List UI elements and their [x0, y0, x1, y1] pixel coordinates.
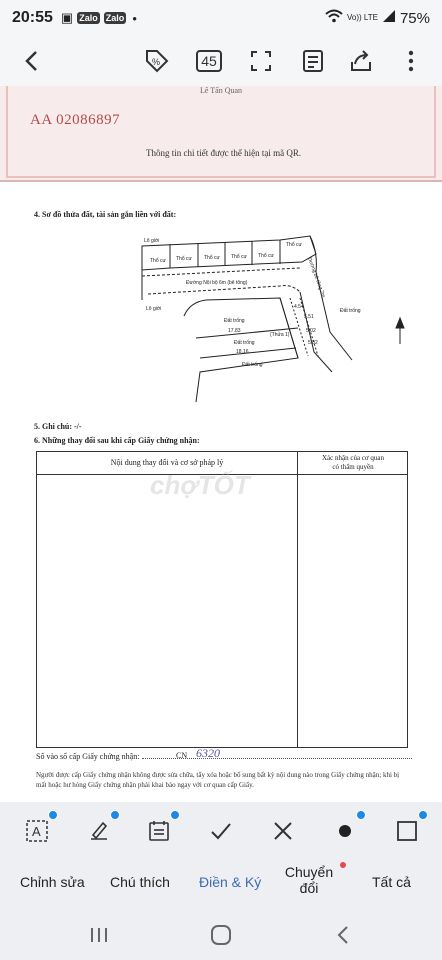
tab-annotate[interactable]: Chú thích — [110, 874, 170, 890]
diagram-lo-gioi-1: Lô giới — [144, 238, 159, 244]
section-5-title: 5. Ghi chú: -/- — [34, 422, 82, 431]
cross-tool-icon[interactable] — [268, 816, 298, 846]
badge-icon — [170, 810, 180, 820]
tab-edit[interactable]: Chỉnh sửa — [20, 874, 85, 890]
dot-tool-icon[interactable] — [330, 810, 366, 846]
back-icon[interactable] — [14, 44, 48, 78]
certificate-serial: AA 02086897 — [30, 112, 121, 128]
signal-icon — [382, 9, 396, 27]
tab-fill-sign[interactable]: Điền & Ký — [199, 874, 261, 890]
diagram-tho-cu: Thổ cư — [258, 252, 275, 259]
zalo-notification-icon: Zalo — [103, 12, 127, 24]
status-bar: 20:55 ▣ Zalo Zalo ● Vo)) LTE 75% — [0, 0, 442, 36]
document-layout-icon[interactable] — [296, 44, 330, 78]
viewer-toolbar: % 45 — [0, 36, 442, 86]
diagram-dimension: 5.51 — [304, 314, 314, 320]
diagram-dat-trong: Đất trống — [224, 318, 245, 324]
fullscreen-icon[interactable] — [244, 44, 278, 78]
battery-label: 75% — [399, 9, 430, 27]
badge-icon — [418, 810, 428, 820]
badge-icon — [48, 810, 58, 820]
registry-prefix: CN — [176, 751, 188, 760]
registry-label: Số vào sổ cấp Giấy chứng nhận: — [36, 752, 140, 761]
checkmark-tool-icon[interactable] — [206, 816, 236, 846]
badge-icon — [356, 810, 366, 820]
watermark: chợTỐT — [150, 470, 250, 500]
home-icon[interactable] — [208, 922, 234, 948]
badge-icon — [110, 810, 120, 820]
diagram-dimension: 5.02 — [308, 340, 318, 346]
table-header-authority: Xác nhận của cơ quan có thẩm quyền — [321, 454, 384, 471]
share-icon[interactable] — [344, 44, 378, 78]
more-options-icon[interactable] — [394, 44, 428, 78]
system-nav-bar — [0, 910, 442, 960]
page-count-button[interactable]: 45 — [192, 44, 226, 78]
wifi-icon — [325, 9, 343, 27]
registry-number: 6320 — [196, 746, 220, 760]
diagram-tho-cu: Thổ cư — [150, 257, 167, 264]
status-time: 20:55 — [12, 9, 53, 26]
page-count: 45 — [196, 50, 222, 72]
signature-tool-icon[interactable] — [84, 810, 120, 846]
text-box-tool-icon[interactable]: A — [22, 810, 58, 846]
diagram-thua: (Thửa 1) — [270, 331, 290, 338]
diagram-dimension: 17.83 — [228, 328, 241, 334]
certificate-note: Người được cấp Giấy chứng nhận không đượ… — [36, 771, 400, 789]
diagram-street: Đường Nội bộ 6m (bê tông) — [186, 280, 248, 286]
tab-all[interactable]: Tất cả — [372, 874, 411, 890]
svg-text:A: A — [32, 824, 41, 839]
diagram-dimension: 18.16 — [236, 349, 249, 355]
zalo-notification-icon: Zalo — [77, 12, 100, 24]
section-6-title: 6. Những thay đổi sau khi cấp Giấy chứng… — [34, 436, 200, 445]
document-page: Lê Tấn Quan AA 02086897 Thông tin chi ti… — [0, 86, 442, 802]
annotation-toolbar: A — [0, 802, 442, 860]
rectangle-tool-icon[interactable] — [392, 810, 428, 846]
sale-tag-icon[interactable]: % — [140, 44, 174, 78]
mode-tab-bar: Chỉnh sửa Chú thích Điền & Ký Chuyển đổi… — [0, 860, 442, 910]
tab-convert[interactable]: Chuyển đổi — [284, 864, 334, 896]
table-header-content: Nội dung thay đổi và cơ sở pháp lý — [110, 458, 224, 467]
network-indicator: Vo)) LTE — [346, 13, 378, 22]
svg-text:%: % — [152, 57, 160, 67]
new-indicator-icon — [340, 862, 346, 868]
diagram-tho-cu: Thổ cư — [204, 254, 221, 261]
qr-note: Thông tin chi tiết được thể hiện tại mã … — [146, 148, 302, 158]
decorative-border — [6, 86, 436, 178]
diagram-lo-gioi-2: Lô giới — [146, 306, 161, 312]
diagram-dat-trong: Đất trống — [242, 362, 263, 368]
more-notifications-icon: ● — [132, 13, 138, 23]
diagram-dimension: 4.54 — [294, 304, 304, 310]
certificate-header: Lê Tấn Quan AA 02086897 Thông tin chi ti… — [0, 86, 442, 182]
parcel-diagram: Lô giới Lô giới Thổ cư Thổ cư Thổ cư Thổ… — [141, 235, 405, 403]
form-fill-tool-icon[interactable] — [144, 810, 180, 846]
recent-apps-icon[interactable] — [86, 922, 112, 948]
signature-name: Lê Tấn Quan — [200, 86, 243, 95]
diagram-dimension: 5.02 — [306, 328, 316, 334]
gallery-notification-icon: ▣ — [60, 10, 74, 25]
diagram-dat-trong: Đất trống — [234, 340, 255, 346]
back-nav-icon[interactable] — [330, 922, 356, 948]
section-4-title: 4. Sơ đồ thửa đất, tài sản gắn liền với … — [34, 210, 177, 219]
diagram-tho-cu: Thổ cư — [231, 253, 248, 260]
diagram-dat-trong: Đất trống — [340, 308, 361, 314]
diagram-tho-cu: Thổ cư — [286, 241, 303, 248]
diagram-tho-cu: Thổ cư — [176, 255, 193, 262]
